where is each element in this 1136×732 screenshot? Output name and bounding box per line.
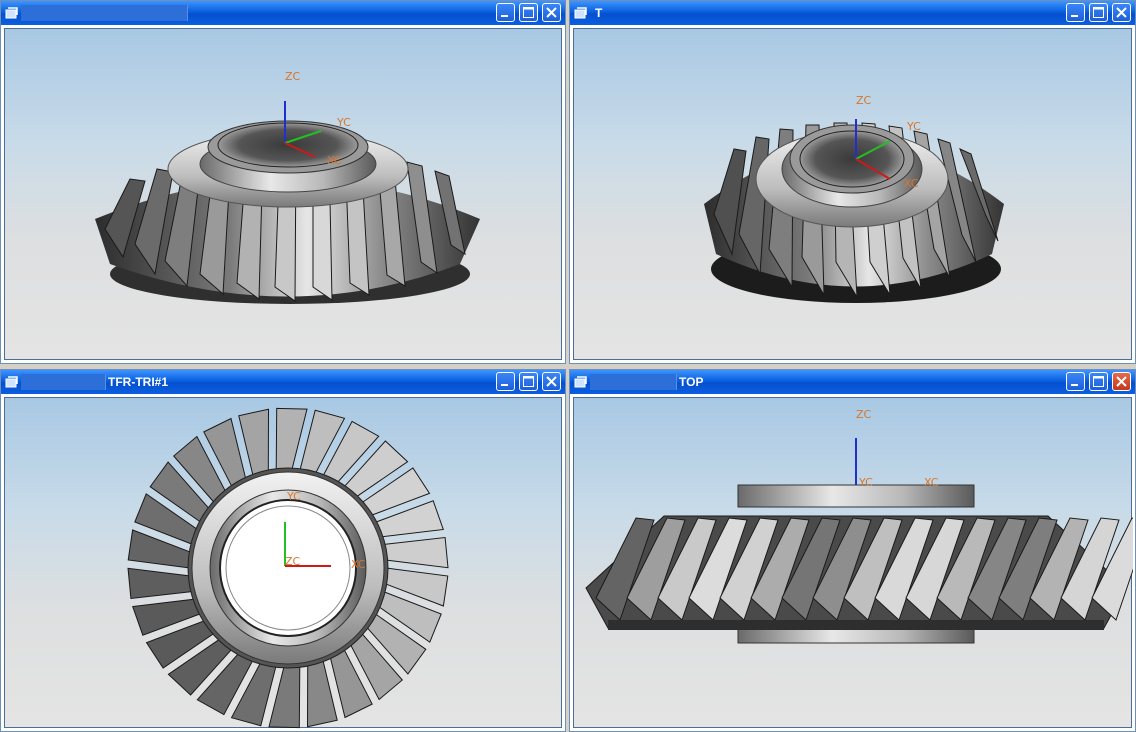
close-icon [546,7,557,18]
maximize-icon [1093,376,1104,387]
title-field [590,374,677,390]
gear-model-iso[interactable]: ZC YC XC [5,29,563,361]
axis-zc-label: ZC [285,555,301,568]
gear-tooth [306,658,338,728]
axis-zc-label: ZC [285,70,301,83]
viewport-title: TFR-TRI#1 [108,375,168,389]
minimize-icon [501,15,508,17]
close-button[interactable] [542,3,561,22]
gear-tooth [238,408,270,478]
maximize-button[interactable] [519,372,538,391]
gear-model-iso[interactable]: ZC YC XC [574,29,1133,361]
title-field [21,374,106,390]
axis-xc-label: XC [327,154,342,167]
gear-tooth [127,567,194,600]
gear-tooth [382,536,449,569]
maximize-button[interactable] [519,3,538,22]
close-icon [546,376,557,387]
app-icon [574,7,587,19]
axis-zc-label: ZC [856,408,872,421]
viewport-title: T [595,6,603,20]
minimize-button[interactable] [496,372,515,391]
maximize-button[interactable] [1089,3,1108,22]
axis-yc-label: YC [858,476,873,489]
maximize-icon [523,7,534,18]
close-button[interactable] [1112,372,1131,391]
close-icon [1116,376,1127,387]
app-icon [5,7,18,19]
close-button[interactable] [1112,3,1131,22]
minimize-button[interactable] [1066,372,1085,391]
viewport-titlebar[interactable]: TOP [570,370,1135,394]
viewport-isometric-2[interactable]: T ZC YC XC [569,0,1136,364]
axis-yc-label: YC [906,120,921,133]
minimize-icon [1071,15,1078,17]
minimize-icon [1071,384,1078,386]
maximize-icon [1093,7,1104,18]
viewport-titlebar[interactable] [1,1,565,25]
graphics-canvas[interactable]: ZC YC XC [573,28,1132,360]
axis-xc-label: XC [924,476,939,489]
viewport-title: TOP [679,375,704,389]
maximize-icon [523,376,534,387]
gear-model-front[interactable]: YC ZC XC [5,398,563,729]
gear-model-side[interactable]: ZC YC XC [574,398,1133,729]
viewport-top[interactable]: TOP ZC YC XC [569,369,1136,732]
app-icon [574,376,587,388]
axis-xc-label: XC [904,177,919,190]
viewport-trimetric[interactable]: TFR-TRI#1 YC ZC XC [0,369,566,732]
minimize-button[interactable] [496,3,515,22]
minimize-button[interactable] [1066,3,1085,22]
viewport-titlebar[interactable]: TFR-TRI#1 [1,370,565,394]
viewport-isometric-1[interactable]: ZC YC XC [0,0,566,364]
app-icon [5,376,18,388]
graphics-canvas[interactable]: ZC YC XC [4,28,562,360]
axis-zc-label: ZC [856,94,872,107]
axis-yc-label: YC [336,116,351,129]
axis-yc-label: YC [286,490,301,503]
close-button[interactable] [542,372,561,391]
maximize-button[interactable] [1089,372,1108,391]
axis-xc-label: XC [351,558,366,571]
graphics-canvas[interactable]: ZC YC XC [573,397,1133,729]
minimize-icon [501,384,508,386]
title-field [21,5,188,21]
viewport-titlebar[interactable]: T [570,1,1135,25]
close-icon [1116,7,1127,18]
graphics-canvas[interactable]: YC ZC XC [4,397,563,729]
